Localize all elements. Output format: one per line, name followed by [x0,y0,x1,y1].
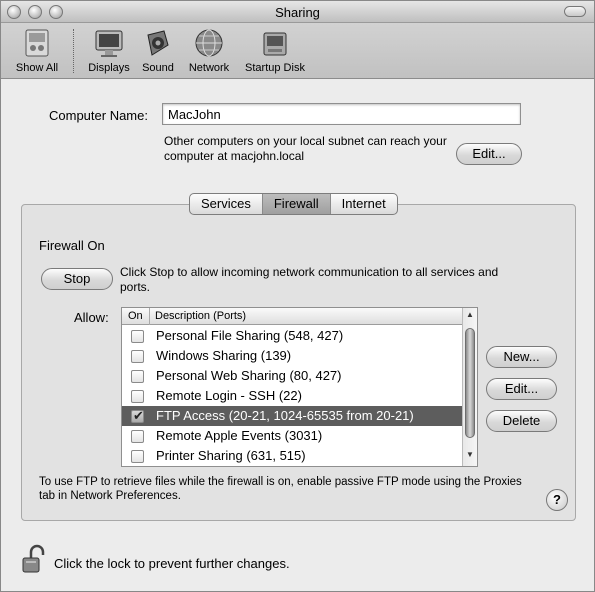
row-checkbox[interactable] [131,430,144,443]
list-header: On Description (Ports) [122,308,463,325]
toolbar-startup-disk-label: Startup Disk [245,62,305,74]
list-scrollbar[interactable]: ▲ ▼ [462,308,477,466]
speaker-icon [147,30,169,56]
list-row-windows-sharing[interactable]: Windows Sharing (139) [122,346,463,366]
lock-text: Click the lock to prevent further change… [54,556,290,571]
toolbar-separator [73,29,74,73]
allow-list[interactable]: On Description (Ports) Personal File Sha… [121,307,478,467]
toolbar-show-all[interactable]: Show All [7,27,67,74]
row-checkbox[interactable] [131,370,144,383]
toolbar-startup-disk[interactable]: Startup Disk [239,27,311,74]
disk-icon [263,32,287,56]
row-checkbox[interactable] [131,350,144,363]
toolbar-network[interactable]: Network [183,27,235,74]
toolbar: Show All Displays Sound Network Startup … [1,23,594,79]
row-label: Personal File Sharing (548, 427) [156,328,344,343]
checkmark-icon: ✔ [133,408,144,423]
list-row-personal-web-sharing[interactable]: Personal Web Sharing (80, 427) [122,366,463,386]
computer-info-line2: computer at macjohn.local [164,149,305,163]
column-description[interactable]: Description (Ports) [151,308,246,325]
globe-icon [195,29,223,57]
tab-internet[interactable]: Internet [331,194,397,214]
row-label: Windows Sharing (139) [156,348,292,363]
computer-info-line1: Other computers on your local subnet can… [164,134,447,148]
row-label: Remote Apple Events (3031) [156,428,323,443]
lock-icon[interactable] [21,544,45,574]
row-label: Personal Web Sharing (80, 427) [156,368,342,383]
list-row-printer-sharing[interactable]: Printer Sharing (631, 515) [122,446,463,466]
toolbar-network-label: Network [188,62,230,74]
new-rule-button[interactable]: New... [486,346,557,368]
allow-label: Allow: [74,310,109,325]
delete-rule-button[interactable]: Delete [486,410,557,432]
toolbar-toggle-button[interactable] [564,6,586,17]
computer-name-field[interactable]: MacJohn [162,103,521,125]
list-row-remote-login[interactable]: Remote Login - SSH (22) [122,386,463,406]
stop-help-line2: ports. [120,280,151,294]
row-checkbox[interactable] [131,390,144,403]
list-row-ftp-access[interactable]: ✔ FTP Access (20-21, 1024-65535 from 20-… [122,406,463,426]
edit-computer-name-button[interactable]: Edit... [456,143,522,165]
edit-rule-button[interactable]: Edit... [486,378,557,400]
scroll-thumb[interactable] [465,328,475,438]
list-row-remote-apple-events[interactable]: Remote Apple Events (3031) [122,426,463,446]
computer-name-label: Computer Name: [49,108,148,123]
tab-firewall[interactable]: Firewall [262,194,331,214]
tab-bar: Services Firewall Internet [189,193,398,215]
row-checkbox[interactable] [131,330,144,343]
help-button[interactable]: ? [546,489,568,511]
toolbar-show-all-label: Show All [15,62,59,74]
firewall-status: Firewall On [39,238,105,253]
scroll-up-icon[interactable]: ▲ [463,310,477,319]
grid-icon [25,29,49,57]
stop-help-line1: Click Stop to allow incoming network com… [120,265,499,279]
list-row-personal-file-sharing[interactable]: Personal File Sharing (548, 427) [122,326,463,346]
row-label: Remote Login - SSH (22) [156,388,302,403]
column-on[interactable]: On [122,308,150,325]
toolbar-sound[interactable]: Sound [137,27,179,74]
title-bar: Sharing [1,1,594,23]
ftp-note-line1: To use FTP to retrieve files while the f… [39,476,522,488]
window-title: Sharing [275,5,320,20]
row-checkbox[interactable] [131,450,144,463]
scroll-down-icon[interactable]: ▼ [463,450,477,459]
row-checkbox[interactable]: ✔ [131,408,144,423]
row-label: FTP Access (20-21, 1024-65535 from 20-21… [156,408,414,423]
sharing-window: Sharing Show All Displays Sound Network … [0,0,595,592]
toolbar-displays-label: Displays [88,62,130,74]
toolbar-sound-label: Sound [142,62,174,74]
toolbar-displays[interactable]: Displays [81,27,137,74]
stop-firewall-button[interactable]: Stop [41,268,113,290]
display-icon [95,30,123,57]
tab-services[interactable]: Services [190,194,263,214]
row-label: Printer Sharing (631, 515) [156,448,306,463]
ftp-note-line2: tab in Network Preferences. [39,490,181,502]
